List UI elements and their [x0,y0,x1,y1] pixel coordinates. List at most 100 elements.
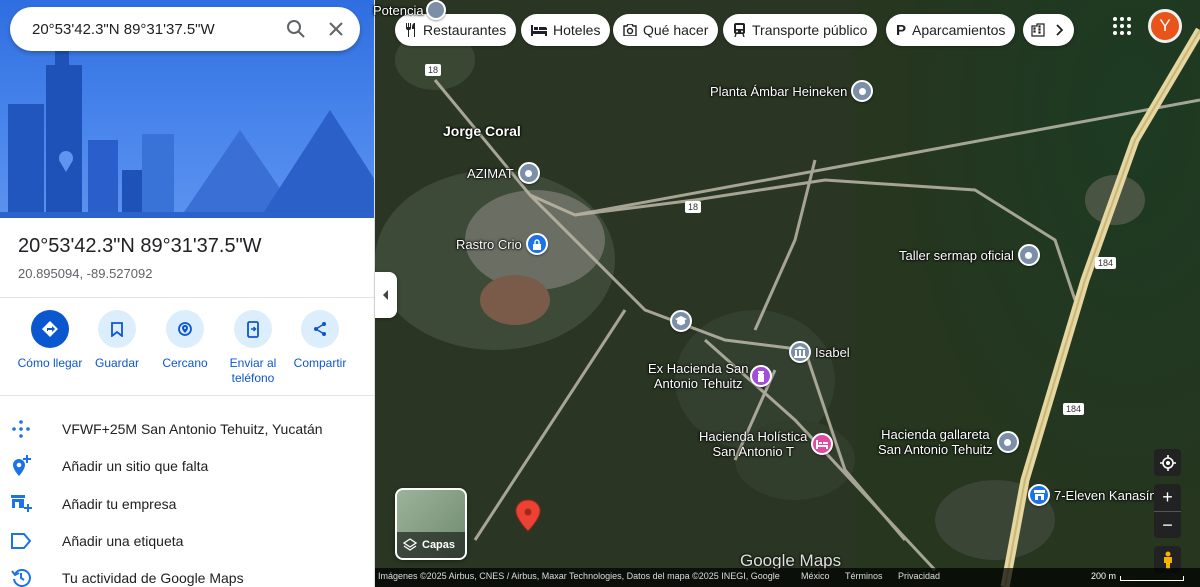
map-attribution-bar: Imágenes ©2025 Airbus, CNES / Airbus, Ma… [375,568,1200,587]
nearby-button[interactable]: Cercano [149,310,221,371]
zoom-in-button[interactable]: + [1154,484,1181,511]
divider [0,395,374,396]
map-controls: + − [1154,449,1181,573]
action-label: Enviar al teléfono [229,356,277,385]
search-input[interactable] [32,20,262,38]
collapse-panel-button[interactable] [375,272,397,318]
apps-grid-icon [1127,24,1131,28]
clear-search-button[interactable] [316,9,356,49]
category-chip-transit[interactable]: Transporte público [723,14,878,46]
route-184-label: 184 [1063,403,1085,415]
map-poi-taller-sermap[interactable]: Taller sermap oficial [899,244,1040,266]
share-button[interactable]: Compartir [284,310,356,371]
building-icon [1031,23,1045,37]
apps-grid-icon [1113,17,1117,21]
label-icon [0,533,62,549]
apps-grid-icon [1120,17,1124,21]
account-avatar[interactable]: Y [1148,9,1182,43]
map-label-potencia[interactable]: Potencia [373,0,446,20]
plus-icon: + [1162,487,1173,507]
send-to-phone-icon [247,320,259,338]
restaurant-icon [406,23,415,37]
search-button[interactable] [276,9,316,49]
poi-pin-icon [1017,244,1040,266]
bookmark-icon [111,321,123,337]
country-link[interactable]: México [801,571,830,581]
directions-button[interactable]: Cómo llegar [14,310,86,371]
send-to-phone-button[interactable]: Enviar al teléfono [217,310,289,386]
search-box[interactable] [10,7,360,51]
apps-grid-button[interactable] [1110,14,1134,38]
museum-icon [789,341,811,363]
route-18-label: 18 [425,64,442,76]
add-missing-place-row[interactable]: Añadir un sitio que falta [0,448,374,484]
place-title: 20°53'42.3"N 89°31'37.5"W [18,235,262,257]
place-coordinates: 20.895094, -89.527092 [18,266,153,281]
map-poi-hacienda-holistica[interactable]: Hacienda Holística San Antonio T [699,429,834,459]
map-poi-7-eleven[interactable]: 7-Eleven Kanasín [1028,484,1157,506]
minus-icon: − [1162,514,1173,535]
map-poi-planta-heineken[interactable]: Planta Ámbar Heineken [710,80,874,102]
apps-grid-icon [1127,31,1131,35]
watermark-label: Google Maps [740,551,842,570]
add-business-icon [0,494,62,514]
apps-grid-icon [1113,31,1117,35]
pegman-icon [1163,551,1172,569]
zoom-out-button[interactable]: − [1154,511,1181,538]
category-chip-parking[interactable]: P Aparcamientos [886,14,1016,46]
map-poi-azimat[interactable]: AZIMAT [467,162,540,184]
poi-pin-icon [517,162,540,184]
avatar-letter: Y [1159,16,1171,35]
maps-activity-text: Tu actividad de Google Maps [62,570,244,586]
poi-label: AZIMAT [467,165,514,181]
attribution-text: Imágenes ©2025 Airbus, CNES / Airbus, Ma… [378,571,780,581]
map-label-jorge-coral[interactable]: Jorge Coral [443,124,521,139]
share-circle [301,310,339,348]
map-poi-school[interactable] [670,310,692,332]
route-shield-18: 18 [425,64,442,76]
area-label: Jorge Coral [443,123,521,139]
scale-label[interactable]: 200 m [1091,571,1116,581]
map-poi-isabel[interactable]: Isabel [789,341,850,363]
poi-label: Taller sermap oficial [899,247,1014,263]
hotel-poi-icon [811,433,834,455]
add-label-row[interactable]: Añadir una etiqueta [0,523,374,559]
route-shield-18: 18 [685,201,702,213]
action-label: Guardar [94,356,140,370]
send-to-phone-circle [234,310,272,348]
map-poi-hacienda-gallareta[interactable]: Hacienda gallareta San Antonio Tehuitz [878,427,1019,457]
map-poi-ex-hacienda[interactable]: Ex Hacienda San Antonio Tehuitz [648,361,773,391]
scale-bar [1120,576,1184,581]
category-chip-hotels[interactable]: Hoteles [521,14,611,46]
layers-icon [403,538,417,552]
category-chip-things-to-do[interactable]: Qué hacer [613,14,719,46]
poi-label: Isabel [815,344,850,360]
place-side-panel: 20°53'42.3"N 89°31'37.5"W 20.895094, -89… [0,0,375,587]
privacy-link[interactable]: Privacidad [898,571,940,581]
terms-link[interactable]: Términos [845,571,883,581]
nearby-icon [178,322,192,336]
layers-button[interactable]: Capas [395,488,467,560]
maps-activity-row[interactable]: Tu actividad de Google Maps [0,560,374,587]
poi-label: Hacienda Holística San Antonio T [699,429,808,459]
directions-circle [31,310,69,348]
poi-pin-icon [851,80,874,102]
my-location-button[interactable] [1154,449,1181,476]
poi-pin-icon [996,431,1019,453]
save-button[interactable]: Guardar [81,310,153,371]
close-icon [329,22,343,36]
save-circle [98,310,136,348]
map-poi-rastro-crio[interactable]: Rastro Crio [456,233,548,255]
hotel-icon [531,24,547,36]
poi-label: Hacienda gallareta San Antonio Tehuitz [878,427,993,457]
category-chip-more[interactable] [1023,14,1074,46]
action-label: Cómo llegar [17,356,83,370]
route-184-label: 184 [1095,257,1117,269]
plus-code-text: VFWF+25M San Antonio Tehuitz, Yucatán [62,421,323,437]
plus-code-row[interactable]: VFWF+25M San Antonio Tehuitz, Yucatán [0,411,374,447]
chevron-right-icon [1056,24,1063,36]
add-business-row[interactable]: Añadir tu empresa [0,486,374,522]
camera-icon [623,24,637,36]
crosshair-icon [1159,454,1176,471]
apps-grid-icon [1127,17,1131,21]
